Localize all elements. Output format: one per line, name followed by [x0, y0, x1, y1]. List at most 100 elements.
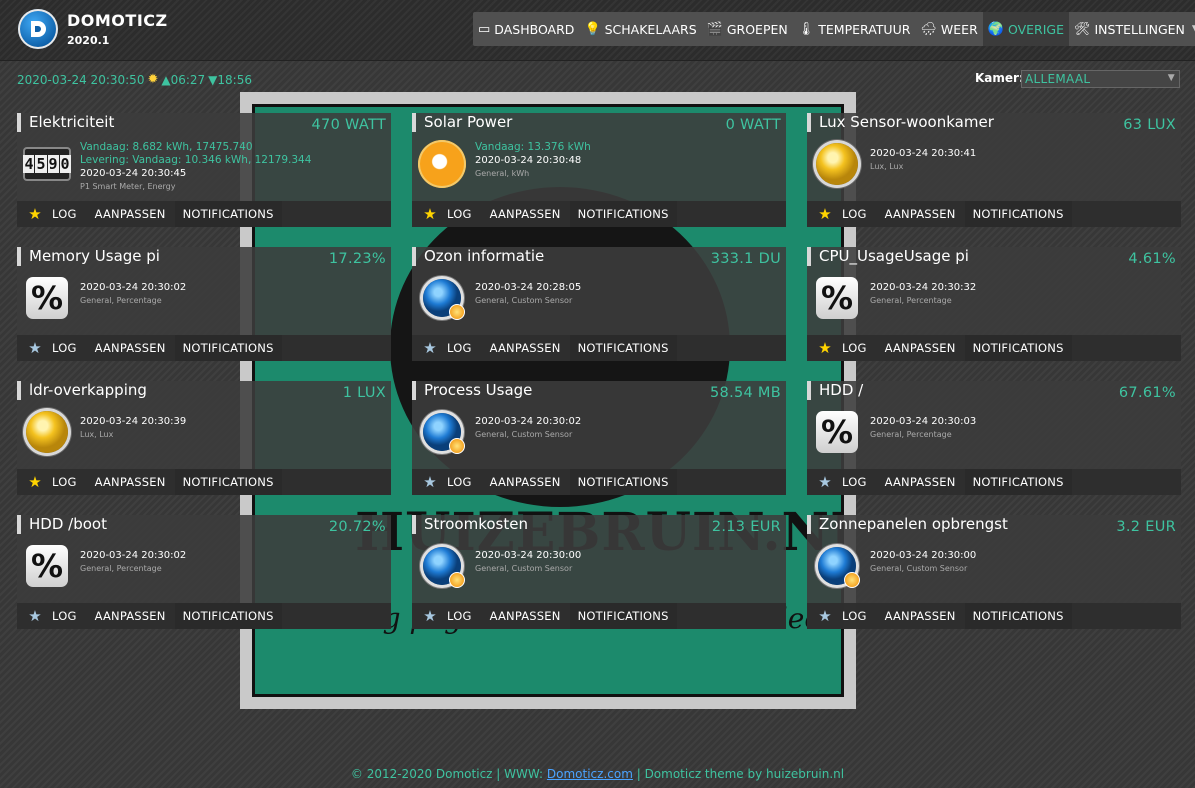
device-actions-bar: ★ LOG AANPASSEN NOTIFICATIONS — [17, 469, 391, 495]
footer-link[interactable]: Domoticz.com — [547, 767, 633, 781]
device-icon-wrap[interactable]: % — [23, 274, 71, 322]
notifications-button[interactable]: NOTIFICATIONS — [174, 335, 282, 361]
log-button[interactable]: LOG — [52, 207, 95, 221]
log-button[interactable]: LOG — [52, 341, 95, 355]
device-icon-wrap[interactable] — [813, 140, 861, 188]
device-type: General, Custom Sensor — [870, 564, 968, 573]
edit-button[interactable]: AANPASSEN — [885, 341, 965, 355]
device-icon-wrap[interactable] — [418, 274, 466, 322]
log-button[interactable]: LOG — [52, 475, 95, 489]
edit-button[interactable]: AANPASSEN — [885, 609, 965, 623]
unfavorite-star-icon[interactable]: ★ — [421, 339, 439, 357]
device-name: Ozon informatie — [412, 247, 544, 266]
device-value: 4.61% — [1128, 251, 1176, 267]
favorite-star-icon[interactable]: ★ — [816, 339, 834, 357]
log-button[interactable]: LOG — [447, 341, 490, 355]
footer: © 2012-2020 Domoticz | WWW: Domoticz.com… — [0, 767, 1195, 781]
device-icon-wrap[interactable] — [418, 140, 466, 188]
nav-item-instellingen[interactable]: 🛠INSTELLINGEN▼ — [1069, 12, 1195, 46]
notifications-button[interactable]: NOTIFICATIONS — [964, 469, 1072, 495]
notifications-button[interactable]: NOTIFICATIONS — [569, 603, 677, 629]
edit-button[interactable]: AANPASSEN — [95, 609, 175, 623]
unfavorite-star-icon[interactable]: ★ — [26, 607, 44, 625]
nav-item-schakelaars[interactable]: 💡 SCHAKELAARS — [579, 12, 701, 46]
device-detail-line: Vandaag: 13.376 kWh — [475, 141, 591, 153]
device-icon-wrap[interactable]: % — [813, 274, 861, 322]
edit-button[interactable]: AANPASSEN — [490, 207, 570, 221]
favorite-star-icon[interactable]: ★ — [421, 205, 439, 223]
edit-button[interactable]: AANPASSEN — [490, 341, 570, 355]
device-card: HDD / 67.61%% 2020-03-24 20:30:03 General, … — [807, 381, 1181, 495]
device-info: Vandaag: 8.682 kWh, 17475.740 Levering: V… — [80, 141, 311, 193]
notifications-button[interactable]: NOTIFICATIONS — [964, 335, 1072, 361]
notifications-button[interactable]: NOTIFICATIONS — [964, 603, 1072, 629]
nav-item-label: SCHAKELAARS — [604, 21, 697, 37]
log-button[interactable]: LOG — [447, 207, 490, 221]
notifications-button[interactable]: NOTIFICATIONS — [569, 469, 677, 495]
nav-item-overige[interactable]: 🌍 OVERIGE — [982, 12, 1069, 46]
nav-item-label: WEER — [940, 21, 978, 37]
favorite-star-icon[interactable]: ★ — [816, 205, 834, 223]
meter-digit: 9 — [47, 155, 59, 173]
edit-button[interactable]: AANPASSEN — [95, 207, 175, 221]
edit-button[interactable]: AANPASSEN — [95, 341, 175, 355]
percentage-icon: % — [26, 277, 68, 319]
log-button[interactable]: LOG — [842, 475, 885, 489]
edit-button[interactable]: AANPASSEN — [885, 207, 965, 221]
unfavorite-star-icon[interactable]: ★ — [26, 339, 44, 357]
device-icon-wrap[interactable]: 4590 — [23, 140, 71, 188]
sun-icon: ✹ — [147, 72, 159, 87]
app-version: 2020.1 — [67, 34, 110, 47]
room-filter-select[interactable]: ALLEMAAL ▼ — [1021, 70, 1180, 88]
nav-item-weer[interactable]: 🌧 WEER — [915, 12, 982, 46]
device-actions-bar: ★ LOG AANPASSEN NOTIFICATIONS — [412, 335, 786, 361]
device-info: Vandaag: 13.376 kWh 2020-03-24 20:30:48 Ge… — [475, 141, 591, 180]
device-icon-wrap[interactable] — [418, 542, 466, 590]
nav-item-temperatuur[interactable]: 🌡 TEMPERATUUR — [793, 12, 916, 46]
notifications-button[interactable]: NOTIFICATIONS — [174, 603, 282, 629]
log-button[interactable]: LOG — [447, 609, 490, 623]
device-icon-wrap[interactable]: % — [813, 408, 861, 456]
log-button[interactable]: LOG — [842, 341, 885, 355]
edit-button[interactable]: AANPASSEN — [95, 475, 175, 489]
thermometer-icon: 🌡 — [797, 21, 815, 37]
log-button[interactable]: LOG — [447, 475, 490, 489]
device-icon-wrap[interactable] — [23, 408, 71, 456]
unfavorite-star-icon[interactable]: ★ — [421, 607, 439, 625]
notifications-button[interactable]: NOTIFICATIONS — [174, 469, 282, 495]
log-button[interactable]: LOG — [842, 609, 885, 623]
device-card: Memory Usage pi 17.23%% 2020-03-24 20:30:0… — [17, 247, 391, 361]
edit-button[interactable]: AANPASSEN — [490, 475, 570, 489]
edit-button[interactable]: AANPASSEN — [885, 475, 965, 489]
notifications-button[interactable]: NOTIFICATIONS — [569, 335, 677, 361]
device-last-update: 2020-03-24 20:30:02 — [475, 416, 582, 427]
sunrise-time: ▲06:27 — [161, 72, 206, 87]
device-actions-bar: ★ LOG AANPASSEN NOTIFICATIONS — [807, 201, 1181, 227]
device-value: 58.54 MB — [710, 385, 781, 401]
favorite-star-icon[interactable]: ★ — [26, 473, 44, 491]
domoticz-logo[interactable] — [18, 9, 58, 49]
favorite-star-icon[interactable]: ★ — [26, 205, 44, 223]
device-icon-wrap[interactable] — [813, 542, 861, 590]
unfavorite-star-icon[interactable]: ★ — [816, 607, 834, 625]
notifications-button[interactable]: NOTIFICATIONS — [964, 201, 1072, 227]
percentage-icon: % — [26, 545, 68, 587]
device-icon-wrap[interactable]: % — [23, 542, 71, 590]
nav-item-groepen[interactable]: 🎬 GROEPEN — [702, 12, 793, 46]
device-info: 2020-03-24 20:30:32 General, Percentage — [870, 275, 976, 307]
nav-item-dashboard[interactable]: ▭ DASHBOARD — [473, 12, 579, 46]
edit-button[interactable]: AANPASSEN — [490, 609, 570, 623]
device-name: Memory Usage pi — [17, 247, 160, 266]
log-button[interactable]: LOG — [842, 207, 885, 221]
device-last-update: 2020-03-24 20:30:00 — [870, 550, 977, 561]
unfavorite-star-icon[interactable]: ★ — [816, 473, 834, 491]
device-name: Lux Sensor-woonkamer — [807, 113, 994, 132]
unfavorite-star-icon[interactable]: ★ — [421, 473, 439, 491]
device-icon-wrap[interactable] — [418, 408, 466, 456]
notifications-button[interactable]: NOTIFICATIONS — [569, 201, 677, 227]
notifications-button[interactable]: NOTIFICATIONS — [174, 201, 282, 227]
device-last-update: 2020-03-24 20:30:02 — [80, 550, 187, 561]
device-info: 2020-03-24 20:30:00 General, Custom Senso… — [475, 543, 581, 575]
log-button[interactable]: LOG — [52, 609, 95, 623]
device-last-update: 2020-03-24 20:28:05 — [475, 282, 582, 293]
